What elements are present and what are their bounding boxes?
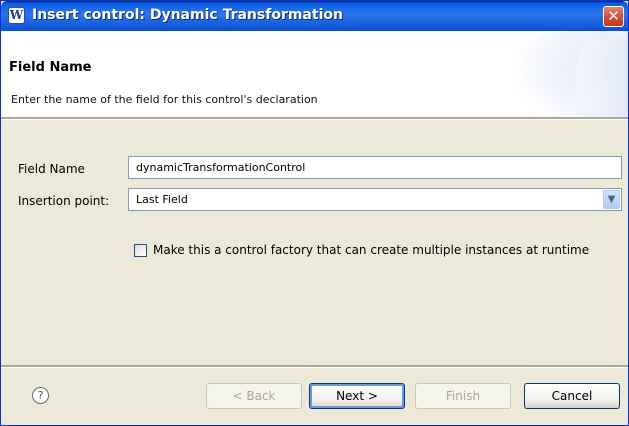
banner-decoration-accent <box>576 39 628 117</box>
title-bar[interactable]: W Insert control: Dynamic Transformation… <box>1 1 628 31</box>
cancel-button[interactable]: Cancel <box>524 383 620 409</box>
insertion-point-select[interactable]: Last Field ▼ <box>128 188 622 211</box>
window-title: Insert control: Dynamic Transformation <box>32 7 343 23</box>
insert-control-dialog: W Insert control: Dynamic Transformation… <box>0 0 629 426</box>
close-button[interactable]: ✕ <box>603 6 624 27</box>
header-banner: Field Name Enter the name of the field f… <box>1 31 628 117</box>
close-icon: ✕ <box>607 7 620 25</box>
page-description: Enter the name of the field for this con… <box>11 93 318 106</box>
control-factory-checkbox[interactable] <box>134 244 147 257</box>
next-button[interactable]: Next > <box>309 383 405 409</box>
footer-divider <box>1 365 628 368</box>
page-title: Field Name <box>9 60 92 75</box>
finish-button[interactable]: Finish <box>415 383 511 409</box>
chevron-down-icon: ▼ <box>607 194 616 205</box>
field-name-label: Field Name <box>18 162 85 176</box>
help-icon[interactable]: ? <box>32 387 49 404</box>
field-name-value: dynamicTransformationControl <box>136 161 306 174</box>
insertion-point-value: Last Field <box>136 193 188 206</box>
back-button[interactable]: < Back <box>206 383 302 409</box>
insertion-point-label: Insertion point: <box>18 194 110 208</box>
weblogic-icon: W <box>8 7 25 24</box>
control-factory-label[interactable]: Make this a control factory that can cre… <box>153 243 589 257</box>
insertion-point-dropdown-button[interactable]: ▼ <box>603 190 620 209</box>
field-name-input[interactable]: dynamicTransformationControl <box>128 156 622 179</box>
header-divider <box>1 117 628 120</box>
